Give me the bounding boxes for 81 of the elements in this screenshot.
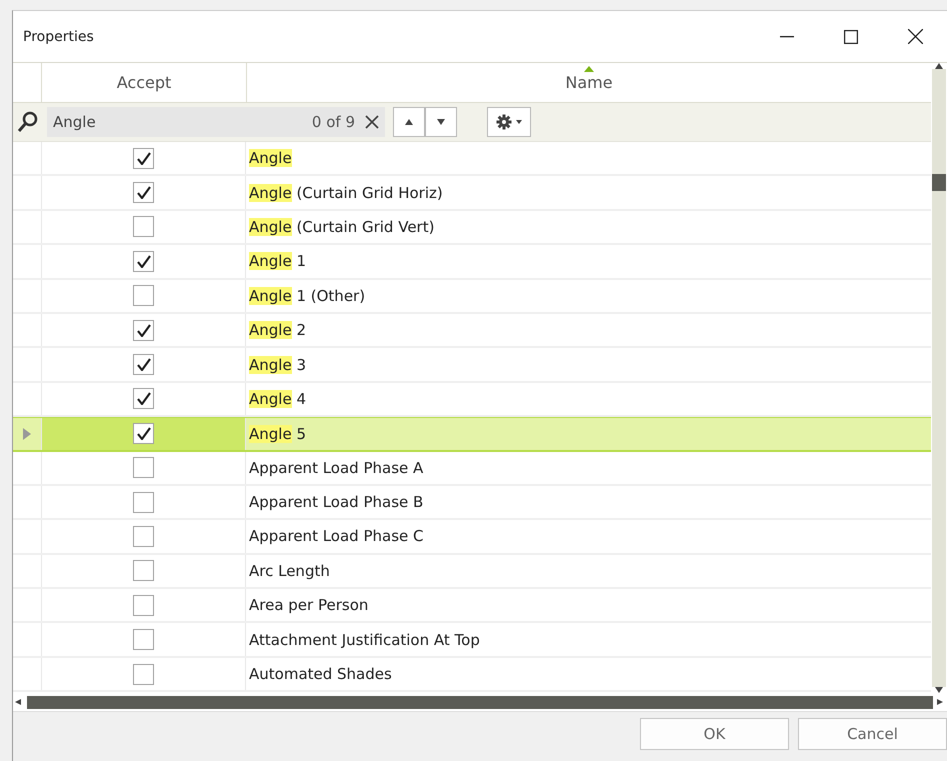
settings-dropdown-button[interactable]	[487, 107, 531, 137]
close-icon	[908, 29, 922, 44]
name-cell-text: Angle 3	[248, 354, 307, 376]
search-input[interactable]: Angle	[47, 107, 312, 137]
maximize-icon	[844, 30, 858, 44]
name-cell-text: Arc Length	[248, 560, 331, 582]
row-pointer-icon	[23, 428, 31, 440]
accept-checkbox[interactable]	[133, 285, 154, 306]
table-row[interactable]: Automated Shades	[13, 658, 931, 692]
checkmark-icon	[136, 324, 150, 337]
scroll-right-arrow-icon	[937, 699, 945, 705]
accept-checkbox[interactable]	[133, 560, 154, 582]
table-row[interactable]: Area per Person	[13, 589, 931, 624]
clear-search-button[interactable]	[365, 107, 385, 137]
accept-checkbox[interactable]	[133, 423, 154, 444]
name-cell-text: Area per Person	[248, 595, 370, 616]
accept-checkbox[interactable]	[133, 320, 154, 341]
settings-icon	[496, 114, 512, 130]
checkmark-icon	[136, 358, 150, 372]
accept-checkbox[interactable]	[133, 664, 154, 685]
search-icon	[17, 111, 39, 133]
minimize-icon	[780, 36, 794, 38]
checkmark-icon	[136, 392, 150, 406]
name-cell-text: Apparent Load Phase C	[248, 526, 424, 548]
scroll-down-arrow-icon	[935, 687, 943, 693]
accept-checkbox[interactable]	[133, 457, 154, 478]
horizontal-scrollbar-thumb[interactable]	[27, 696, 933, 708]
name-cell-text: Angle 2	[248, 320, 307, 342]
accept-checkbox[interactable]	[133, 216, 154, 238]
name-cell-text: Angle	[248, 148, 293, 170]
name-cell-text: Angle 1 (Other)	[248, 286, 366, 307]
accept-checkbox[interactable]	[133, 594, 154, 616]
caret-down-icon	[437, 119, 445, 125]
name-cell-text: Apparent Load Phase B	[248, 492, 424, 514]
table-row[interactable]: Angle (Curtain Grid Vert)	[13, 210, 931, 246]
scroll-left-arrow-icon	[15, 699, 23, 705]
clear-icon	[365, 115, 379, 129]
table-row[interactable]: Angle 4	[13, 382, 931, 418]
previous-match-button[interactable]	[393, 107, 425, 137]
scroll-up-arrow-icon	[935, 63, 943, 69]
checkmark-icon	[136, 254, 150, 268]
scrollbar-thumb[interactable]	[932, 174, 946, 191]
table-row[interactable]: Angle 3	[13, 348, 931, 383]
table-row[interactable]: Angle 1	[13, 245, 931, 280]
checkmark-icon	[136, 186, 150, 200]
window-title: Properties	[23, 28, 95, 44]
name-cell-text: Automated Shades	[248, 664, 393, 686]
accept-checkbox[interactable]	[133, 388, 154, 410]
table-row[interactable]: Angle 2	[13, 314, 931, 348]
accept-checkbox[interactable]	[133, 354, 154, 376]
accept-checkbox[interactable]	[133, 182, 154, 204]
checkmark-icon	[136, 152, 150, 165]
accept-checkbox[interactable]	[133, 250, 154, 272]
accept-checkbox[interactable]	[133, 492, 154, 513]
name-cell-text: Angle 4	[248, 388, 307, 410]
match-count: 0 of 9	[312, 107, 365, 137]
checkmark-icon	[136, 427, 150, 440]
accept-checkbox[interactable]	[133, 526, 154, 547]
table-row[interactable]: Apparent Load Phase C	[13, 520, 931, 555]
dialog-button[interactable]: OK	[640, 718, 789, 750]
table-row[interactable]: Angle 1 (Other)	[13, 280, 931, 314]
accept-checkbox[interactable]	[133, 148, 154, 169]
dialog-button[interactable]: Cancel	[798, 718, 947, 750]
caret-down-icon	[516, 120, 522, 124]
table-row[interactable]: Angle	[13, 142, 931, 176]
name-cell-text: Apparent Load Phase A	[248, 458, 424, 479]
accept-checkbox[interactable]	[133, 629, 154, 650]
name-cell-text: Attachment Justification At Top	[248, 630, 481, 651]
name-cell-text: Angle 5	[248, 424, 307, 445]
caret-up-icon	[405, 119, 413, 125]
table-row[interactable]: Arc Length	[13, 554, 931, 590]
table-row[interactable]: Attachment Justification At Top	[13, 623, 931, 658]
table-row[interactable]: Angle (Curtain Grid Horiz)	[13, 176, 931, 211]
table-row[interactable]: Apparent Load Phase B	[13, 486, 931, 520]
table-row[interactable]: Angle 5	[13, 417, 931, 452]
name-cell-text: Angle (Curtain Grid Vert)	[248, 216, 436, 238]
name-cell-text: Angle 1	[248, 251, 307, 272]
next-match-button[interactable]	[425, 107, 457, 137]
table-row[interactable]: Apparent Load Phase A	[13, 452, 931, 486]
name-cell-text: Angle (Curtain Grid Horiz)	[248, 182, 444, 204]
vertical-scrollbar[interactable]	[932, 69, 946, 687]
